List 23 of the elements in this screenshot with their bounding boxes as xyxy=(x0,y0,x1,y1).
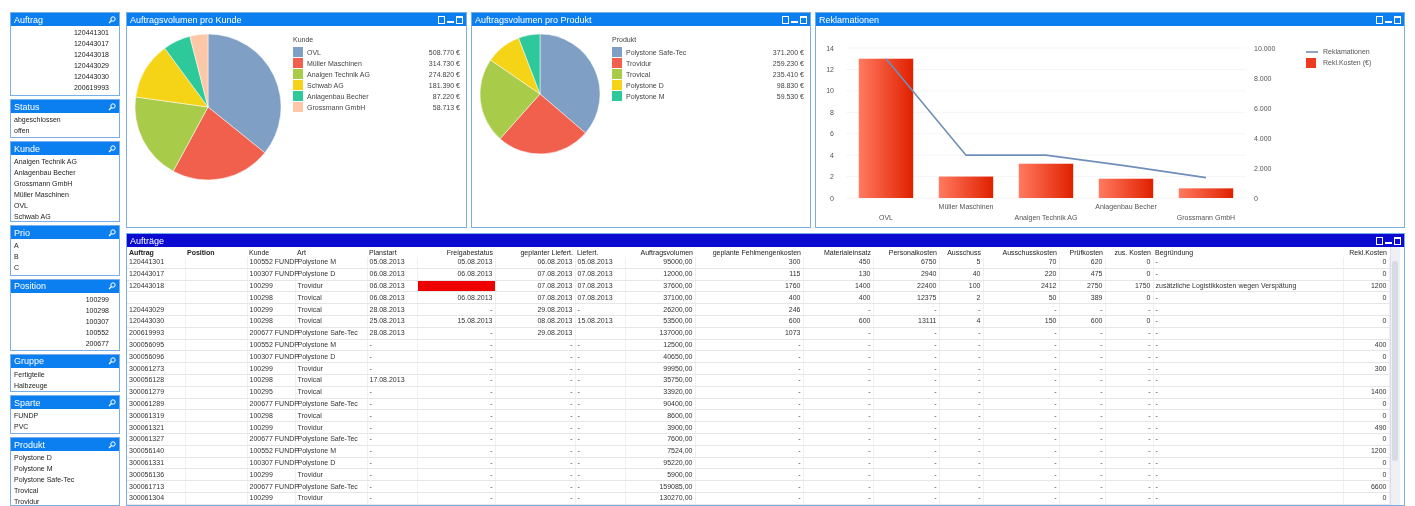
search-icon[interactable] xyxy=(108,357,116,366)
list-box-title: Auftrag xyxy=(14,14,44,25)
list-box-title: Status xyxy=(14,101,40,112)
maximize-icon[interactable] xyxy=(1394,236,1401,245)
search-icon[interactable] xyxy=(108,15,116,24)
panel-title: Auftragsvolumen pro Kunde xyxy=(130,14,242,25)
list-box-title: Position xyxy=(14,281,47,292)
panel-title: Reklamationen xyxy=(819,14,880,25)
panel-title: Aufträge xyxy=(130,235,165,246)
search-icon[interactable] xyxy=(108,440,116,449)
search-icon[interactable] xyxy=(108,144,116,153)
list-box-title: Produkt xyxy=(14,439,46,450)
document-icon[interactable] xyxy=(1376,236,1383,245)
list-box-title: Prio xyxy=(14,228,30,238)
list-box-title: Sparte xyxy=(14,397,41,408)
search-icon[interactable] xyxy=(108,102,116,111)
scrollbar[interactable] xyxy=(1389,247,1400,505)
search-icon[interactable] xyxy=(108,282,116,291)
list-box-title: Kunde xyxy=(14,143,41,154)
search-icon[interactable] xyxy=(108,398,116,407)
panel-title: Auftragsvolumen pro Produkt xyxy=(475,14,592,25)
search-icon[interactable] xyxy=(108,229,116,237)
list-box-title: Gruppe xyxy=(14,356,45,367)
